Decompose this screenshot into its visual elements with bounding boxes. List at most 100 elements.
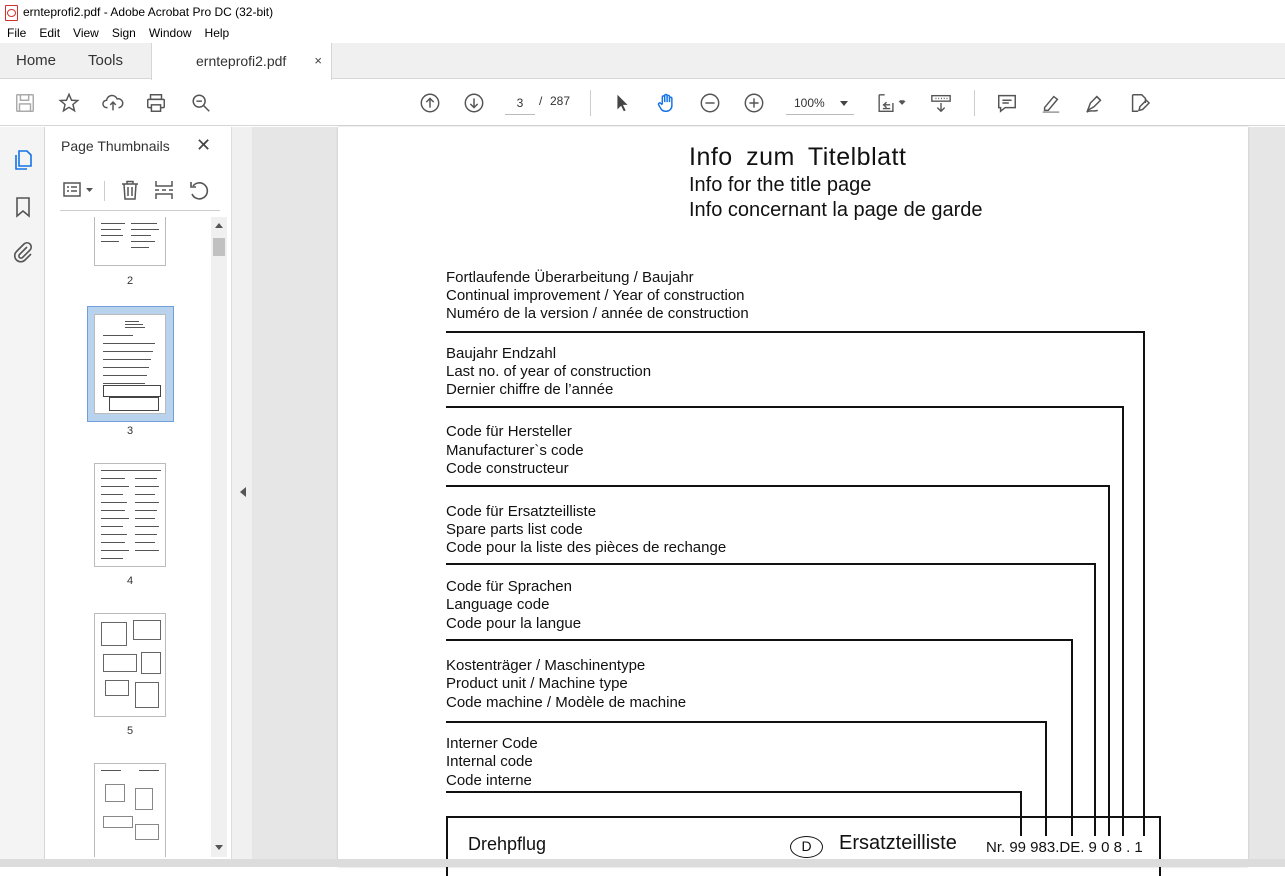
language-badge: D [790,836,823,858]
thumbnail-page-2[interactable] [94,217,166,266]
scroll-up-icon[interactable] [215,223,223,228]
upload-icon[interactable] [101,91,125,115]
thumbnail-number: 4 [126,575,134,587]
tab-tools[interactable]: Tools [88,43,123,79]
page-down-icon[interactable] [462,91,486,115]
page-total: 287 [550,94,571,108]
collapse-panel-icon[interactable] [240,487,246,497]
toolbar-divider [590,90,591,116]
scrollbar-thumb[interactable] [213,238,225,256]
block-text: Code pour la langue [446,615,582,632]
menu-view[interactable]: View [66,26,105,40]
leader-line [1108,485,1110,836]
page-up-icon[interactable] [418,91,442,115]
menu-file[interactable]: File [0,26,32,40]
tools-divider [104,181,105,201]
main-toolbar: 3 / 287 100% [0,80,1285,126]
scroll-down-icon[interactable] [215,845,223,850]
block-text: Last no. of year of construction [446,363,652,380]
title-bar: ernteprofi2.pdf - Adobe Acrobat Pro DC (… [0,0,1285,23]
leader-line [446,331,1145,333]
panel-title: Page Thumbnails [61,138,170,154]
thumbnail-page-5[interactable] [94,613,166,717]
menu-bar: File Edit View Sign Window Help [0,23,1285,43]
leader-line [1071,639,1073,836]
zoom-out-icon[interactable] [698,91,722,115]
block-text: Continual improvement / Year of construc… [446,287,745,304]
hand-icon[interactable] [654,91,678,115]
close-tab-icon[interactable]: × [314,43,322,79]
block-text: Interner Code [446,735,538,752]
block-text: Baujahr Endzahl [446,345,557,362]
panel-splitter[interactable] [231,127,252,867]
thumbnails-scrollbar[interactable] [211,217,227,857]
bookmark-icon[interactable] [11,195,35,219]
block-text: Language code [446,596,550,613]
insert-page-icon[interactable] [153,179,175,201]
close-panel-icon[interactable]: ✕ [196,135,211,156]
page-separator: / [539,94,543,108]
block-text: Code constructeur [446,460,569,477]
block-text: Product unit / Machine type [446,675,628,692]
menu-sign[interactable]: Sign [105,26,142,40]
scroll-mode-icon[interactable] [929,91,953,115]
block-text: Code für Ersatzteilliste [446,503,597,520]
part-number: Nr. 99 983.DE. 9 0 8 . 1 [986,839,1143,856]
panel-divider [60,210,220,211]
window-title: ernteprofi2.pdf - Adobe Acrobat Pro DC (… [23,4,274,19]
document-viewport[interactable]: Info zum Titelblatt Info for the title p… [252,127,1285,876]
thumbnails-list: 2 3 4 5 [46,217,231,857]
doc-title-fr: Info concernant la page de garde [689,199,983,221]
fit-page-icon[interactable] [874,91,910,115]
tab-document[interactable]: ernteprofi2.pdf × [151,43,332,80]
page-thumbnails-icon[interactable] [11,148,35,172]
block-text: Fortlaufende Überarbeitung / Baujahr [446,269,694,286]
leader-line [446,563,1096,565]
block-text: Code interne [446,772,532,789]
search-zoom-icon[interactable] [189,91,213,115]
menu-edit[interactable]: Edit [32,26,66,40]
star-icon[interactable] [57,91,81,115]
block-text: Dernier chiffre de l’année [446,381,614,398]
trash-icon[interactable] [119,179,141,201]
attachment-icon[interactable] [11,240,35,264]
zoom-in-icon[interactable] [742,91,766,115]
thumbnail-number: 2 [126,275,134,287]
block-text: Manufacturer`s code [446,442,584,459]
doc-title-en: Info for the title page [689,174,872,196]
thumbnail-number: 3 [126,425,134,437]
block-text: Numéro de la version / année de construc… [446,305,749,322]
tab-home[interactable]: Home [16,43,56,79]
options-menu-icon[interactable] [62,179,96,201]
doc-title-de: Info zum Titelblatt [689,143,907,171]
leader-line [1122,406,1124,836]
highlight-icon[interactable] [1039,91,1063,115]
thumbnail-page-6[interactable] [94,763,166,857]
page-number-input[interactable]: 3 [505,91,535,115]
leader-line [446,721,1047,723]
save-icon[interactable] [13,91,37,115]
rotate-icon[interactable] [188,179,210,201]
zoom-value: 100% [794,96,825,110]
print-icon[interactable] [144,91,168,115]
select-arrow-icon[interactable] [610,91,634,115]
zoom-select[interactable]: 100% [786,91,854,115]
block-text: Spare parts list code [446,521,583,538]
menu-help[interactable]: Help [198,26,236,40]
toolbar-divider [974,90,975,116]
chevron-down-icon [840,101,848,106]
block-text: Kostenträger / Maschinentype [446,657,646,674]
comment-icon[interactable] [995,91,1019,115]
tab-document-label: ernteprofi2.pdf [196,53,287,69]
sign-icon[interactable] [1083,91,1107,115]
leader-line [446,406,1124,408]
left-rail [0,127,45,867]
edit-icon[interactable] [1127,91,1151,115]
tab-bar: Home Tools ernteprofi2.pdf × [0,43,1285,80]
menu-window[interactable]: Window [142,26,198,40]
pdf-page: Info zum Titelblatt Info for the title p… [338,127,1248,876]
block-text: Code für Hersteller [446,423,572,440]
thumbnail-page-3[interactable] [94,314,166,414]
thumbnail-page-4[interactable] [94,463,166,567]
bottom-strip [0,859,1285,867]
